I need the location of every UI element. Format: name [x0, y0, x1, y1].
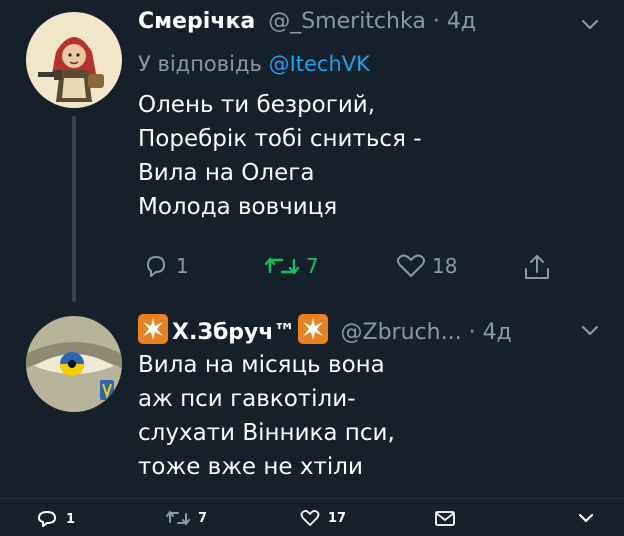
- like-count: 18: [432, 254, 458, 278]
- display-name[interactable]: Х.Збруч™: [172, 320, 296, 345]
- text-line: Олень ти безрогий,: [138, 92, 376, 118]
- timestamp[interactable]: 4д: [483, 320, 512, 345]
- tweet-header: Смерічка @_Smeritchka · 4д: [138, 8, 476, 36]
- separator: ·: [432, 9, 440, 34]
- reply-button[interactable]: 1: [142, 252, 189, 280]
- bottom-action-bar: 1 7 17: [0, 498, 624, 536]
- tweet-smeritchka[interactable]: Смерічка @_Smeritchka · 4д У відповідь @…: [0, 0, 624, 310]
- sparkle-badge-icon: [138, 314, 168, 344]
- sparkle-badge-icon: [297, 314, 328, 344]
- bottom-more-button[interactable]: [576, 509, 596, 527]
- tweet-text: Олень ти безрогий, Поребрік тобі сниться…: [138, 88, 422, 224]
- cartoon-woman-avatar-icon: [26, 12, 122, 108]
- text-line: аж пси гавкотіли-: [138, 386, 356, 412]
- heart-icon: [300, 509, 320, 526]
- retweet-count: 7: [306, 254, 319, 278]
- reply-icon: [147, 256, 165, 277]
- text-line: Поребрік тобі сниться -: [138, 126, 422, 152]
- retweet-icon: [166, 510, 190, 526]
- tweet-header: Х.Збруч™ @Zbruch... · 4д: [138, 314, 512, 347]
- display-name[interactable]: Смерічка: [138, 9, 255, 34]
- handle[interactable]: @_Smeritchka: [268, 9, 426, 34]
- avatar-zbruch[interactable]: [26, 316, 122, 412]
- reply-prefix: У відповідь: [138, 52, 262, 76]
- thread-connector-line: [72, 116, 76, 302]
- bottom-message-button[interactable]: [434, 509, 456, 527]
- like-button[interactable]: 18: [396, 252, 457, 280]
- share-button[interactable]: [522, 252, 552, 282]
- chevron-down-icon: [578, 513, 594, 523]
- text-line: Вила на Олега: [138, 160, 315, 186]
- reply-count: 1: [176, 254, 189, 278]
- text-line: слухати Вінника пси,: [138, 420, 395, 446]
- handle[interactable]: @Zbruch...: [341, 320, 462, 345]
- tweet-zbruch[interactable]: Х.Збруч™ @Zbruch... · 4д Вила на місяць …: [0, 310, 624, 498]
- bottom-retweet-count: 7: [198, 510, 208, 526]
- separator: ·: [468, 320, 476, 345]
- retweet-button[interactable]: 7: [264, 252, 319, 280]
- chevron-down-icon[interactable]: [578, 12, 602, 36]
- bottom-like-button[interactable]: 17: [300, 509, 346, 527]
- bottom-reply-button[interactable]: 1: [36, 509, 75, 529]
- reply-mention-link[interactable]: @ItechVK: [269, 52, 370, 76]
- bottom-like-count: 17: [328, 510, 347, 526]
- text-line: Молода вовчиця: [138, 194, 338, 220]
- heart-icon: [397, 254, 425, 277]
- bottom-retweet-button[interactable]: 7: [166, 509, 207, 527]
- envelope-icon: [435, 511, 455, 526]
- reply-context: У відповідь @ItechVK: [138, 52, 370, 76]
- timestamp[interactable]: 4д: [447, 9, 476, 34]
- retweet-icon: [264, 257, 300, 275]
- tweet-actions: 1 7 18: [138, 252, 578, 288]
- bottom-reply-count: 1: [66, 511, 76, 527]
- tweet-text: Вила на місяць вона аж пси гавкотіли- сл…: [138, 348, 395, 484]
- reply-icon: [38, 511, 56, 527]
- text-line: Вила на місяць вона: [138, 352, 385, 378]
- text-line: тоже вже не хтіли: [138, 454, 363, 480]
- eye-flag-avatar-icon: [26, 316, 122, 412]
- avatar-smeritchka[interactable]: [26, 12, 122, 108]
- chevron-down-icon[interactable]: [578, 318, 602, 342]
- share-icon: [525, 255, 549, 279]
